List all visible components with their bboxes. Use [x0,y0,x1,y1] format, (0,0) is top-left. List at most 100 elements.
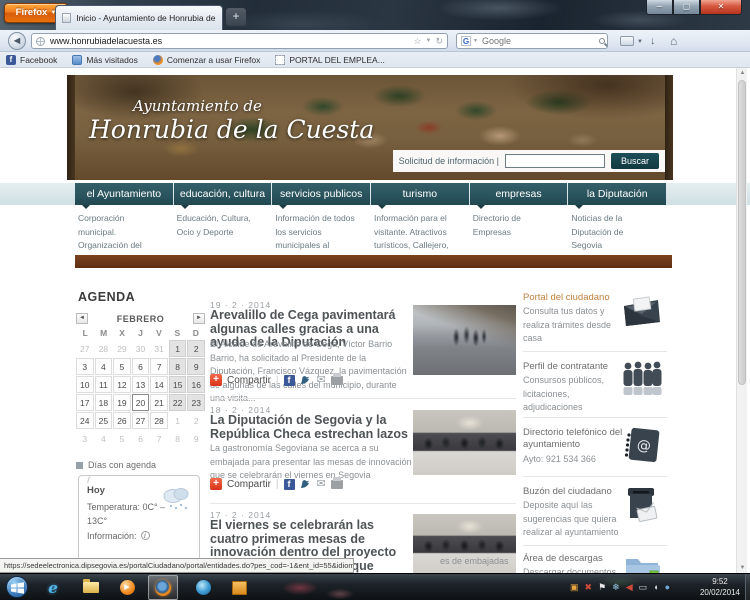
tray-network-icon[interactable]: ● [665,580,670,594]
twitter-share-icon[interactable] [300,375,312,385]
calendar-day[interactable]: 3 [76,430,94,447]
buscar-button[interactable]: Buscar [611,153,659,169]
calendar-prev-button[interactable]: ◄ [76,313,88,324]
nav-item-servicios-publicos[interactable]: servicios publicos [272,183,370,205]
nav-item-diputacion[interactable]: la Diputación [568,183,666,205]
calendar-day[interactable]: 30 [132,340,150,357]
tray-media-icon[interactable]: ◀ [626,580,633,594]
calendar-day[interactable]: 25 [95,412,113,429]
calendar-day[interactable]: 2 [187,340,205,357]
calendar-day[interactable]: 22 [169,394,187,411]
calendar-day[interactable]: 8 [169,430,187,447]
start-button[interactable] [6,576,28,598]
site-search-input[interactable] [505,154,605,168]
calendar-day[interactable]: 17 [76,394,94,411]
scrollbar-thumb[interactable] [738,80,746,385]
taskbar-orange-app[interactable] [226,577,252,598]
calendar-day[interactable]: 31 [150,340,168,357]
tray-display-icon[interactable]: ▭ [639,580,648,594]
calendar-day[interactable]: 5 [113,430,131,447]
close-button[interactable]: ✕ [700,0,742,15]
taskbar-explorer-folder[interactable] [78,577,104,598]
bookmark-facebook[interactable]: fFacebook [6,55,57,65]
calendar-day[interactable]: 1 [169,340,187,357]
tray-app-icon[interactable]: ▣ [570,580,579,594]
calendar-day[interactable]: 12 [113,376,131,393]
tray-flag-icon[interactable]: ⚑ [598,580,606,594]
google-engine-icon[interactable]: G [461,36,471,46]
calendar-day[interactable]: 8 [169,358,187,375]
nav-item-ayuntamiento[interactable]: el Ayuntamiento [75,183,173,205]
bookmark-star-icon[interactable]: ☆ [413,36,421,47]
calendar-day[interactable]: 15 [169,376,187,393]
url-input[interactable] [50,36,413,46]
taskbar-globe-app[interactable] [190,577,216,598]
scroll-down-icon[interactable]: ▼ [737,565,748,571]
info-icon[interactable]: i [141,531,150,540]
new-tab-button[interactable]: + [226,8,246,26]
share-label[interactable]: Compartir [227,479,271,490]
bookmark-comenzar-firefox[interactable]: Comenzar a usar Firefox [153,55,261,65]
bookmark-portal-empleado[interactable]: PORTAL DEL EMPLEA... [275,55,384,65]
email-share-icon[interactable]: ✉ [317,479,326,490]
nav-item-turismo[interactable]: turismo [371,183,469,205]
calendar-day[interactable]: 9 [187,430,205,447]
engine-dropdown-icon[interactable]: ▼ [473,38,478,44]
calendar-day[interactable]: 11 [95,376,113,393]
back-button[interactable]: ◄ [8,32,26,50]
twitter-share-icon[interactable] [300,479,312,489]
taskbar-media-player[interactable]: ▶ [114,577,140,598]
people-group-icon[interactable] [618,359,664,399]
nav-item-empresas[interactable]: empresas [470,183,568,205]
page-scrollbar[interactable]: ▲ ▼ [736,68,747,573]
service-buzon-ciudadano[interactable]: Buzón del ciudadano [523,486,625,498]
taskbar-clock[interactable]: 9:52 20/02/2014 [700,577,740,599]
calendar-day[interactable]: 16 [187,376,205,393]
nav-item-educacion-cultura[interactable]: educación, cultura [174,183,272,205]
calendar-day[interactable]: 24 [76,412,94,429]
bookmark-mas-visitados[interactable]: Más visitados [72,55,138,65]
calendar-day[interactable]: 20 [132,394,150,411]
scroll-up-icon[interactable]: ▲ [737,70,748,76]
calendar-day[interactable]: 13 [132,376,150,393]
calendar-day[interactable]: 2 [187,412,205,429]
tray-alert-icon[interactable]: ✖ [585,580,593,594]
address-book-icon[interactable]: @ [618,425,664,465]
calendar-day[interactable]: 27 [132,412,150,429]
sharethis-icon[interactable]: + [210,478,222,490]
facebook-share-icon[interactable]: f [284,375,295,386]
calendar-day[interactable]: 1 [169,412,187,429]
calendar-day[interactable]: 19 [113,394,131,411]
calendar-day[interactable]: 23 [187,394,205,411]
envelope-icon[interactable] [618,292,664,330]
print-share-icon[interactable] [331,376,343,385]
facebook-share-icon[interactable]: f [284,479,295,490]
reload-icon[interactable]: ↻ [435,36,443,47]
calendar-day[interactable]: 21 [150,394,168,411]
share-label[interactable]: Compartir [227,375,271,386]
calendar-day[interactable]: 5 [113,358,131,375]
browser-tab[interactable]: Inicio - Ayuntamiento de Honrubia de la.… [55,5,223,30]
site-identity-icon[interactable] [36,37,45,46]
calendar-day[interactable]: 28 [150,412,168,429]
calendar-day[interactable]: 18 [95,394,113,411]
maximize-button[interactable]: ▢ [673,0,700,15]
calendar-next-button[interactable]: ► [193,313,205,324]
calendar-day[interactable]: 4 [95,430,113,447]
calendar-day[interactable]: 4 [95,358,113,375]
web-search-input[interactable] [482,36,599,46]
calendar-day[interactable]: 3 [76,358,94,375]
minimize-button[interactable]: ─ [646,0,673,15]
search-bar[interactable]: G ▼ [456,33,608,49]
downloads-folder-icon[interactable] [618,551,664,573]
calendar-day[interactable]: 9 [187,358,205,375]
show-desktop-button[interactable] [745,574,750,600]
search-magnifier-icon[interactable] [599,38,605,44]
print-share-icon[interactable] [331,480,343,489]
tray-volume-icon[interactable]: ◖ [653,580,658,594]
bookmarks-panel-caret-icon[interactable]: ▼ [637,35,643,49]
calendar-day[interactable]: 14 [150,376,168,393]
calendar-day[interactable]: 27 [76,340,94,357]
downloads-icon[interactable]: ↓ [650,34,656,48]
email-share-icon[interactable]: ✉ [317,375,326,386]
